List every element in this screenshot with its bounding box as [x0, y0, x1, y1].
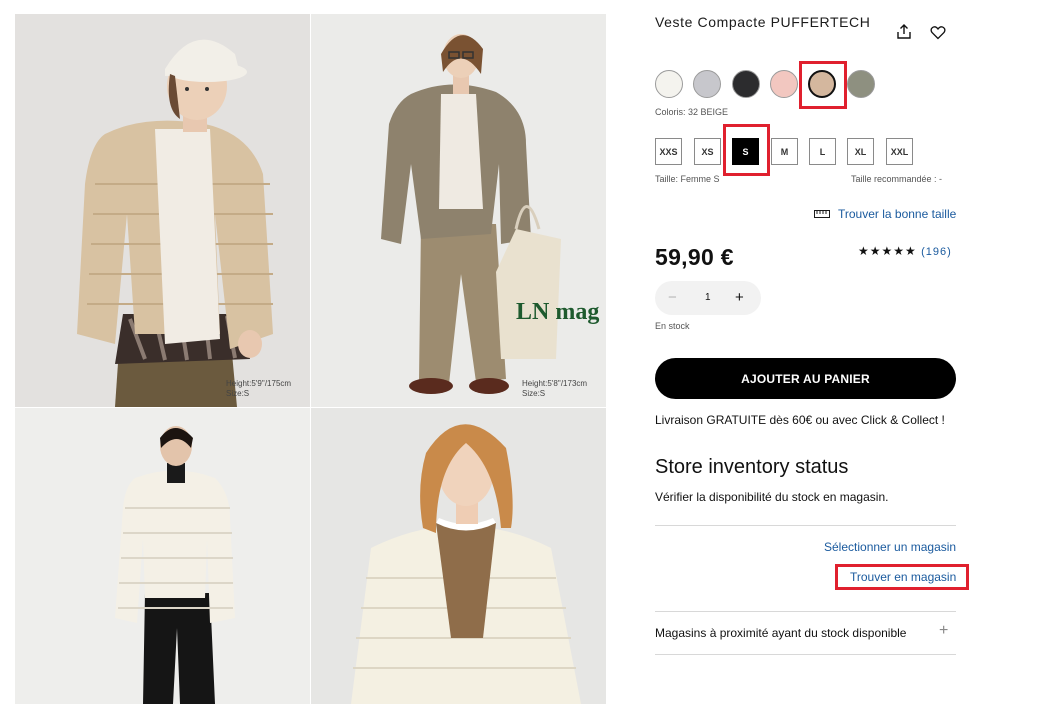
product-photo-2[interactable]: LN mag Height:5'8''/173cm Size:S — [311, 14, 606, 407]
model-white-jacket-closeup-image — [311, 408, 606, 704]
quantity-stepper: − 1 + — [655, 281, 761, 315]
store-inventory-heading: Store inventory status — [655, 456, 849, 478]
plus-icon[interactable]: + — [939, 622, 948, 640]
size-option-xxs[interactable]: XXS — [655, 138, 682, 165]
product-price: 59,90 € — [655, 244, 734, 270]
divider — [655, 654, 956, 655]
size-option-m[interactable]: M — [771, 138, 798, 165]
model-caption: Height:5'9''/175cm Size:S — [226, 379, 291, 399]
size-option-l[interactable]: L — [809, 138, 836, 165]
model-khaki-outfit-image: LN mag — [311, 14, 606, 407]
product-photo-3[interactable] — [15, 408, 310, 704]
find-size-link[interactable]: Trouver la bonne taille — [814, 207, 956, 221]
caption-height: Height:5'8''/173cm — [522, 379, 588, 388]
quantity-decrease-button[interactable]: − — [668, 289, 677, 306]
color-swatch-off-white[interactable] — [655, 70, 683, 98]
rating-stars: ★★★★★ — [858, 244, 917, 258]
caption-size: Size:S — [522, 389, 546, 398]
model-caption: Height:5'8''/173cm Size:S — [522, 379, 587, 399]
divider — [655, 525, 956, 526]
share-icon[interactable] — [894, 22, 914, 42]
size-option-xs[interactable]: XS — [694, 138, 721, 165]
recommended-size-label: Taille recommandée : - — [851, 174, 943, 184]
find-size-label: Trouver la bonne taille — [838, 207, 957, 221]
color-swatch-light-gray[interactable] — [693, 70, 721, 98]
store-inventory-description: Vérifier la disponibilité du stock en ma… — [655, 490, 889, 504]
divider — [655, 611, 956, 612]
product-gallery: Height:5'9''/175cm Size:S LN mag Height:… — [15, 14, 606, 704]
highlight-box-find-in-store — [835, 564, 969, 590]
delivery-info: Livraison GRATUITE dès 60€ ou avec Click… — [655, 413, 945, 427]
color-swatch-pink[interactable] — [770, 70, 798, 98]
add-to-cart-button[interactable]: AJOUTER AU PANIER — [655, 358, 956, 399]
highlight-box-size — [723, 124, 770, 176]
stock-status: En stock — [655, 321, 690, 331]
tote-print: LN mag — [516, 299, 599, 325]
color-swatch-black[interactable] — [732, 70, 760, 98]
quantity-value[interactable]: 1 — [705, 292, 711, 303]
size-label: Taille: Femme S — [655, 174, 720, 184]
product-photo-4[interactable] — [311, 408, 606, 704]
select-store-link[interactable]: Sélectionner un magasin — [824, 540, 956, 554]
highlight-box-color — [799, 61, 847, 109]
model-beige-jacket-image — [15, 14, 310, 407]
size-option-xxl[interactable]: XXL — [886, 138, 913, 165]
quantity-increase-button[interactable]: + — [735, 289, 744, 306]
ruler-icon — [814, 210, 830, 218]
size-option-xl[interactable]: XL — [847, 138, 874, 165]
color-label: Coloris: 32 BEIGE — [655, 107, 729, 117]
review-count[interactable]: (196) — [921, 246, 952, 258]
nearby-stores-accordion[interactable]: Magasins à proximité ayant du stock disp… — [655, 626, 906, 640]
heart-icon[interactable] — [928, 22, 948, 42]
model-white-jacket-image — [15, 408, 310, 704]
caption-size: Size:S — [226, 389, 250, 398]
caption-height: Height:5'9''/175cm — [226, 379, 292, 388]
rating[interactable]: ★★★★★ (196) — [858, 244, 952, 258]
color-swatch-olive[interactable] — [847, 70, 875, 98]
product-photo-1[interactable]: Height:5'9''/175cm Size:S — [15, 14, 310, 407]
product-title: Veste Compacte PUFFERTECH — [655, 14, 871, 30]
